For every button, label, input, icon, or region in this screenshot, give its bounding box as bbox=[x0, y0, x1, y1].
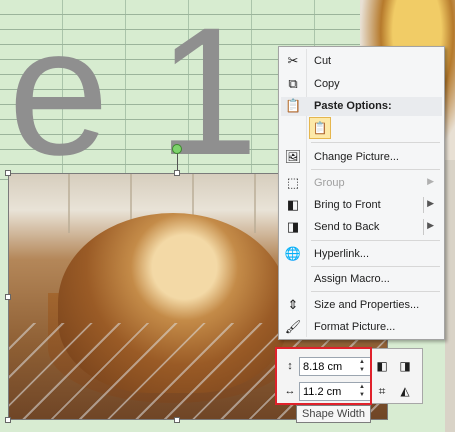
submenu-arrow-icon: ▶ bbox=[427, 176, 434, 186]
group-icon: ⬚ bbox=[286, 175, 300, 190]
bring-forward-icon[interactable]: ◧ bbox=[372, 356, 392, 376]
menu-item-size-and-properties[interactable]: ⇕ Size and Properties... bbox=[281, 294, 442, 316]
submenu-arrow-icon[interactable]: ▶ bbox=[427, 198, 434, 209]
paste-picture-button[interactable]: 📋 bbox=[309, 117, 331, 139]
resize-handle-top[interactable] bbox=[174, 170, 180, 176]
split-divider bbox=[423, 219, 424, 235]
menu-item-label: Send to Back bbox=[314, 221, 380, 233]
menu-item-label: Assign Macro... bbox=[314, 273, 390, 285]
scissors-icon: ✂ bbox=[287, 53, 299, 68]
menu-item-label: Bring to Front bbox=[314, 199, 381, 211]
menu-separator bbox=[311, 240, 440, 241]
paste-options-label: Paste Options: bbox=[314, 100, 392, 112]
menu-item-format-picture[interactable]: 🖌 Format Picture... bbox=[281, 316, 442, 338]
shape-fill-icon[interactable]: ◭ bbox=[395, 381, 415, 401]
menu-item-send-to-back[interactable]: ◨ Send to Back ▶ bbox=[281, 216, 442, 238]
split-divider bbox=[423, 197, 424, 213]
menu-item-copy[interactable]: ⧉ Copy bbox=[281, 73, 442, 95]
menu-item-group[interactable]: ⬚ Group ▶ bbox=[281, 172, 442, 194]
format-picture-icon: 🖌 bbox=[284, 319, 302, 334]
menu-separator bbox=[311, 291, 440, 292]
resize-handle-bottom[interactable] bbox=[174, 417, 180, 423]
copy-icon: ⧉ bbox=[288, 76, 298, 91]
rotation-handle[interactable] bbox=[172, 144, 182, 154]
context-menu: ✂ Cut ⧉ Copy 📋 Paste Options: 📋 🖼 Change… bbox=[278, 46, 445, 340]
menu-item-bring-to-front[interactable]: ◧ Bring to Front ▶ bbox=[281, 194, 442, 216]
menu-separator bbox=[311, 142, 440, 143]
menu-separator bbox=[311, 266, 440, 267]
shape-width-tooltip: Shape Width bbox=[296, 405, 371, 423]
rotation-handle-stem bbox=[177, 152, 178, 172]
menu-item-label: Hyperlink... bbox=[314, 248, 370, 260]
send-to-back-icon: ◨ bbox=[286, 219, 300, 234]
crop-icon[interactable]: ⌗ bbox=[372, 381, 392, 401]
change-picture-icon: 🖼 bbox=[284, 149, 302, 164]
submenu-arrow-icon[interactable]: ▶ bbox=[427, 220, 434, 231]
background-image-edge bbox=[445, 160, 455, 432]
send-backward-icon[interactable]: ◨ bbox=[395, 356, 415, 376]
size-properties-icon: ⇕ bbox=[287, 297, 299, 312]
paste-icon: 📋 bbox=[285, 98, 302, 113]
menu-item-label: Format Picture... bbox=[314, 321, 396, 333]
bring-to-front-icon: ◧ bbox=[286, 197, 300, 212]
highlight-box bbox=[275, 347, 372, 405]
resize-handle-left[interactable] bbox=[5, 294, 11, 300]
menu-item-label: Size and Properties... bbox=[314, 299, 420, 311]
worksheet-large-text: e1 bbox=[8, 0, 307, 193]
menu-item-assign-macro[interactable]: Assign Macro... bbox=[281, 268, 442, 290]
menu-separator bbox=[311, 169, 440, 170]
menu-item-label: Copy bbox=[314, 78, 340, 90]
menu-item-cut[interactable]: ✂ Cut bbox=[281, 50, 442, 72]
menu-item-label: Cut bbox=[314, 55, 332, 67]
clipboard-icon: 📋 bbox=[312, 121, 328, 135]
resize-handle-bottom-left[interactable] bbox=[5, 417, 11, 423]
menu-item-change-picture[interactable]: 🖼 Change Picture... bbox=[281, 146, 442, 168]
paste-options-header: 📋 Paste Options: bbox=[281, 97, 442, 116]
menu-item-label: Change Picture... bbox=[314, 151, 399, 163]
resize-handle-top-left[interactable] bbox=[5, 170, 11, 176]
menu-item-label: Group bbox=[314, 177, 345, 189]
hyperlink-icon: 🌐 bbox=[284, 246, 302, 261]
menu-item-hyperlink[interactable]: 🌐 Hyperlink... bbox=[281, 243, 442, 265]
